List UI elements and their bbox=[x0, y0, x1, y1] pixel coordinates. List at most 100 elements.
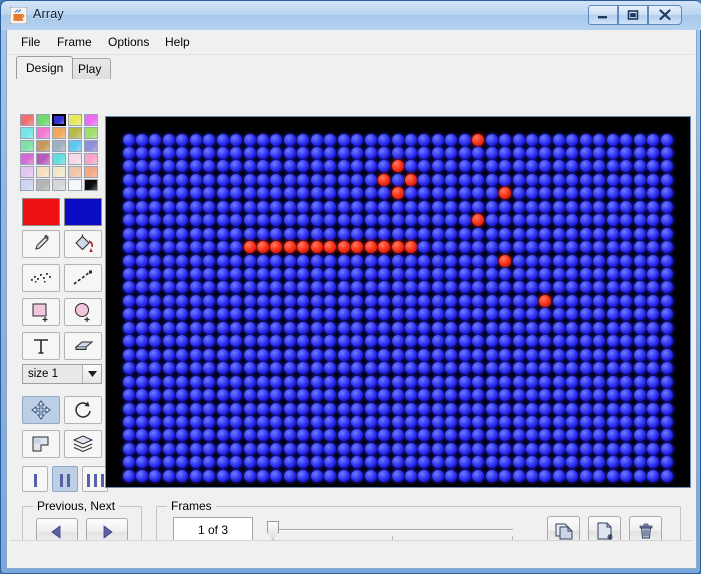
led-cell-off[interactable] bbox=[593, 294, 606, 307]
led-cell-off[interactable] bbox=[620, 402, 633, 415]
led-cell-off[interactable] bbox=[149, 227, 162, 240]
led-cell-off[interactable] bbox=[351, 442, 364, 455]
led-cell-off[interactable] bbox=[257, 362, 269, 375]
led-cell-off[interactable] bbox=[512, 429, 525, 442]
led-cell-off[interactable] bbox=[351, 294, 364, 307]
led-cell-off[interactable] bbox=[122, 362, 135, 375]
led-cell-on[interactable] bbox=[391, 160, 404, 173]
led-cell-off[interactable] bbox=[230, 335, 243, 348]
led-cell-off[interactable] bbox=[270, 187, 283, 200]
led-cell-off[interactable] bbox=[526, 187, 538, 200]
led-cell-off[interactable] bbox=[404, 469, 417, 482]
led-cell-off[interactable] bbox=[162, 389, 175, 402]
led-cell-off[interactable] bbox=[189, 335, 202, 348]
led-cell-off[interactable] bbox=[633, 133, 646, 146]
led-cell-off[interactable] bbox=[660, 402, 673, 415]
led-cell-off[interactable] bbox=[660, 308, 673, 321]
led-cell-off[interactable] bbox=[176, 402, 189, 415]
led-cell-off[interactable] bbox=[297, 133, 310, 146]
led-cell-off[interactable] bbox=[230, 200, 243, 213]
led-cell-off[interactable] bbox=[283, 308, 296, 321]
led-cell-off[interactable] bbox=[230, 160, 243, 173]
led-cell-off[interactable] bbox=[404, 402, 417, 415]
size-combo[interactable]: size 1 bbox=[22, 364, 102, 384]
led-cell-off[interactable] bbox=[351, 160, 364, 173]
led-cell-off[interactable] bbox=[499, 429, 512, 442]
led-cell-off[interactable] bbox=[647, 133, 660, 146]
led-cell-off[interactable] bbox=[351, 281, 364, 294]
led-cell-off[interactable] bbox=[526, 241, 538, 254]
led-cell-off[interactable] bbox=[257, 308, 269, 321]
palette-swatch[interactable] bbox=[20, 114, 34, 126]
led-cell-off[interactable] bbox=[189, 442, 202, 455]
palette-swatch[interactable] bbox=[68, 179, 82, 191]
led-cell-off[interactable] bbox=[485, 241, 498, 254]
led-cell-off[interactable] bbox=[499, 402, 512, 415]
led-cell-off[interactable] bbox=[243, 362, 256, 375]
palette-swatch[interactable] bbox=[20, 179, 34, 191]
led-cell-off[interactable] bbox=[539, 321, 552, 334]
rectangle-tool[interactable] bbox=[22, 298, 60, 326]
led-cell-off[interactable] bbox=[149, 187, 162, 200]
led-cell-off[interactable] bbox=[418, 187, 431, 200]
led-cell-off[interactable] bbox=[539, 308, 552, 321]
eraser-tool[interactable] bbox=[64, 332, 102, 360]
led-cell-off[interactable] bbox=[203, 227, 216, 240]
led-cell-off[interactable] bbox=[445, 389, 458, 402]
led-cell-off[interactable] bbox=[485, 375, 498, 388]
led-cell-off[interactable] bbox=[472, 348, 485, 361]
led-cell-off[interactable] bbox=[310, 456, 323, 469]
led-cell-off[interactable] bbox=[203, 281, 216, 294]
led-cell-off[interactable] bbox=[404, 456, 417, 469]
led-cell-off[interactable] bbox=[418, 389, 431, 402]
led-cell-off[interactable] bbox=[243, 415, 256, 428]
led-cell-off[interactable] bbox=[404, 415, 417, 428]
eyedropper-tool[interactable] bbox=[22, 230, 60, 258]
led-cell-off[interactable] bbox=[189, 254, 202, 267]
led-cell-off[interactable] bbox=[499, 308, 512, 321]
led-cell-on[interactable] bbox=[391, 241, 404, 254]
led-cell-off[interactable] bbox=[499, 362, 512, 375]
led-cell-off[interactable] bbox=[391, 321, 404, 334]
led-cell-off[interactable] bbox=[378, 294, 391, 307]
led-cell-off[interactable] bbox=[122, 133, 135, 146]
led-cell-off[interactable] bbox=[122, 187, 135, 200]
led-cell-off[interactable] bbox=[579, 308, 592, 321]
led-cell-off[interactable] bbox=[606, 442, 619, 455]
palette-swatch[interactable] bbox=[20, 166, 34, 178]
led-cell-off[interactable] bbox=[297, 442, 310, 455]
led-cell-off[interactable] bbox=[337, 308, 350, 321]
led-cell-off[interactable] bbox=[203, 389, 216, 402]
led-cell-off[interactable] bbox=[647, 146, 660, 159]
led-cell-off[interactable] bbox=[378, 402, 391, 415]
led-cell-off[interactable] bbox=[647, 254, 660, 267]
led-cell-off[interactable] bbox=[337, 160, 350, 173]
chevron-down-icon[interactable] bbox=[82, 365, 101, 383]
led-cell-off[interactable] bbox=[203, 187, 216, 200]
led-cell-off[interactable] bbox=[337, 200, 350, 213]
led-cell-off[interactable] bbox=[539, 429, 552, 442]
led-cell-off[interactable] bbox=[431, 469, 444, 482]
led-cell-off[interactable] bbox=[431, 308, 444, 321]
led-cell-off[interactable] bbox=[310, 321, 323, 334]
led-cell-off[interactable] bbox=[593, 254, 606, 267]
led-cell-off[interactable] bbox=[620, 429, 633, 442]
led-cell-off[interactable] bbox=[620, 442, 633, 455]
led-cell-off[interactable] bbox=[189, 308, 202, 321]
led-cell-off[interactable] bbox=[593, 442, 606, 455]
led-cell-off[interactable] bbox=[499, 294, 512, 307]
led-cell-off[interactable] bbox=[230, 254, 243, 267]
led-cell-off[interactable] bbox=[283, 254, 296, 267]
led-cell-off[interactable] bbox=[135, 469, 148, 482]
led-cell-off[interactable] bbox=[485, 335, 498, 348]
led-cell-off[interactable] bbox=[647, 308, 660, 321]
led-cell-off[interactable] bbox=[445, 281, 458, 294]
led-cell-off[interactable] bbox=[216, 321, 229, 334]
led-cell-off[interactable] bbox=[552, 241, 565, 254]
led-cell-on[interactable] bbox=[472, 133, 485, 146]
led-cell-off[interactable] bbox=[230, 173, 243, 186]
led-cell-off[interactable] bbox=[203, 294, 216, 307]
led-cell-off[interactable] bbox=[418, 415, 431, 428]
led-cell-off[interactable] bbox=[364, 362, 377, 375]
led-cell-off[interactable] bbox=[566, 456, 579, 469]
